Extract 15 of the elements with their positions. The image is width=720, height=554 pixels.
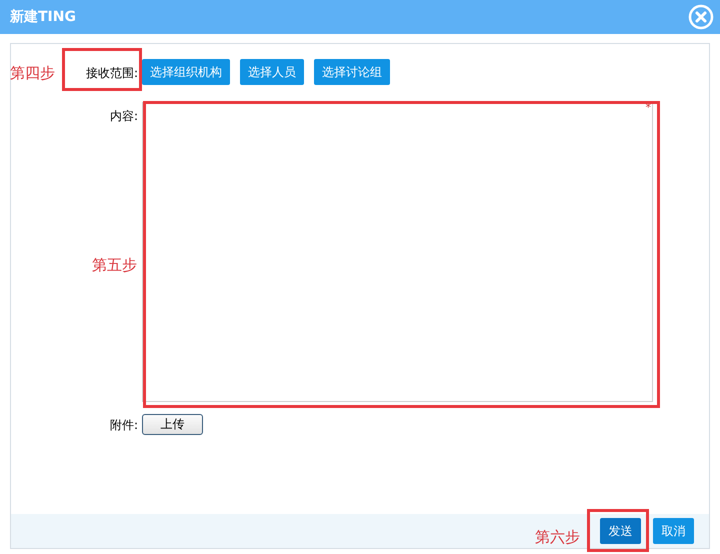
step-label: 第六步 [535, 527, 580, 548]
window-title: 新建TING [10, 8, 76, 26]
field-label: 内容: [110, 109, 138, 123]
select-button[interactable]: 选择组织机构 [142, 59, 230, 85]
upload-button[interactable]: 上传 [142, 414, 203, 434]
select-button[interactable]: 选择人员 [240, 59, 304, 85]
field-label: 附件: [110, 418, 138, 432]
send-button[interactable]: 发送 [600, 518, 641, 544]
select-button[interactable]: 选择讨论组 [314, 59, 390, 85]
step-label: 第五步 [92, 255, 137, 276]
highlight-frame [587, 509, 649, 552]
step-label: 第四步 [10, 63, 55, 84]
field-label: 接收范围: [86, 66, 138, 80]
close-icon[interactable] [688, 4, 714, 30]
cancel-button[interactable]: 取消 [653, 518, 694, 544]
